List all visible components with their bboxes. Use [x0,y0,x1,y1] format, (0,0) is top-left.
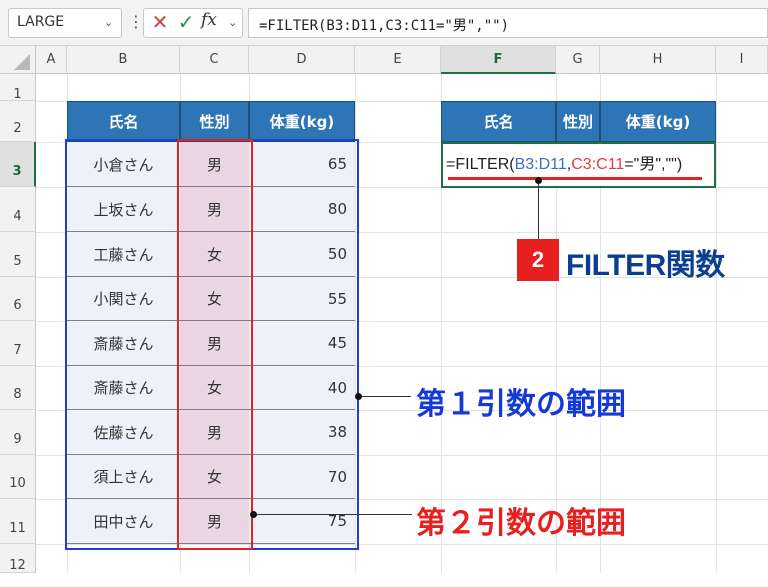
column-header-h[interactable]: H [600,46,716,74]
row-header-7[interactable]: 7 [0,321,36,366]
column-header-c[interactable]: C [180,46,249,74]
callout-line-arg1 [359,396,411,397]
column-header-e[interactable]: E [355,46,441,74]
result-table-header: 氏名 [441,101,556,142]
arg2-range-label: 第２引数の範囲 [416,507,626,540]
column-header-b[interactable]: B [67,46,180,74]
arg1-range-label: 第１引数の範囲 [416,388,626,421]
column-header-i[interactable]: I [716,46,768,74]
row-header-3[interactable]: 3 [0,142,36,187]
callout-line-filter [538,180,539,240]
column-header-d[interactable]: D [249,46,355,74]
arg2-range-outline [177,139,253,550]
select-all-corner[interactable] [0,46,36,74]
chevron-down-icon[interactable]: ⌄ [104,16,113,29]
result-table-header: 体重(kg) [600,101,716,142]
result-table-header: 性別 [556,101,600,142]
column-header-f[interactable]: F [441,46,556,74]
row-header-11[interactable]: 11 [0,499,36,544]
chevron-down-icon[interactable]: ⌄ [228,16,237,29]
row-header-12[interactable]: 12 [0,544,36,573]
step-badge: 2 [517,239,559,281]
row-header-6[interactable]: 6 [0,277,36,321]
column-header-a[interactable]: A [36,46,67,74]
row-header-4[interactable]: 4 [0,187,36,232]
row-header-1[interactable]: 1 [0,74,36,102]
row-header-9[interactable]: 9 [0,410,36,455]
more-options-icon[interactable]: ⋮ [128,12,144,31]
cell-f3-formula: =FILTER(B3:D11,C3:C11="男","") [446,156,683,173]
row-header-2[interactable]: 2 [0,101,36,142]
formula-input[interactable]: =FILTER(B3:D11,C3:C11="男","") [248,8,768,38]
row-header-10[interactable]: 10 [0,455,36,499]
checkmark-icon[interactable]: ✓ [174,10,198,34]
column-header-g[interactable]: G [556,46,600,74]
row-header-5[interactable]: 5 [0,232,36,277]
formula-underline [448,177,702,180]
insert-function-icon[interactable]: fx [201,10,217,30]
callout-dot-arg1 [355,393,362,400]
callout-line-arg2 [254,514,412,515]
callout-dot-arg2 [250,511,257,518]
row-header-8[interactable]: 8 [0,366,36,410]
filter-function-label: FILTER関数 [566,249,725,282]
table-header: 氏名 [67,101,180,142]
callout-dot-filter [535,177,542,184]
close-icon[interactable]: ✕ [148,10,172,34]
table-header: 体重(kg) [249,101,355,142]
table-header: 性別 [180,101,249,142]
